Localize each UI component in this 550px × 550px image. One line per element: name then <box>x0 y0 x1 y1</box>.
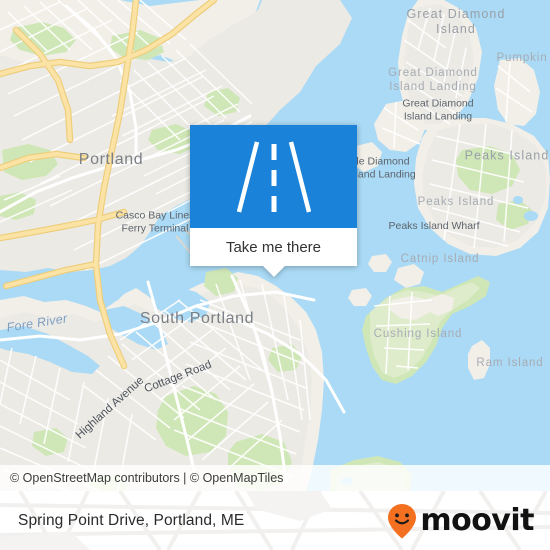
map-pin-smiley-icon <box>388 503 417 538</box>
map-attribution-bar: © OpenStreetMap contributors | © OpenMap… <box>0 465 550 491</box>
callout-image-panel <box>190 125 357 228</box>
map-callout-bubble[interactable]: Take me there <box>190 125 357 277</box>
take-me-there-label: Take me there <box>225 238 322 256</box>
moovit-wordmark: moovit <box>420 502 534 538</box>
footer-content: Spring Point Drive, Portland, ME moovit <box>0 491 550 550</box>
callout-pointer <box>262 266 285 277</box>
moovit-map-page: Portland South Portland Great Diamond Isl… <box>0 0 550 550</box>
moovit-brand: moovit <box>386 502 534 540</box>
attribution-text: © OpenStreetMap contributors | © OpenMap… <box>10 471 284 485</box>
road-icon <box>236 140 311 213</box>
location-title: Spring Point Drive, Portland, ME <box>18 511 245 529</box>
page-footer: Spring Point Drive, Portland, ME moovit <box>0 491 550 550</box>
take-me-there-button[interactable]: Take me there <box>190 228 357 266</box>
